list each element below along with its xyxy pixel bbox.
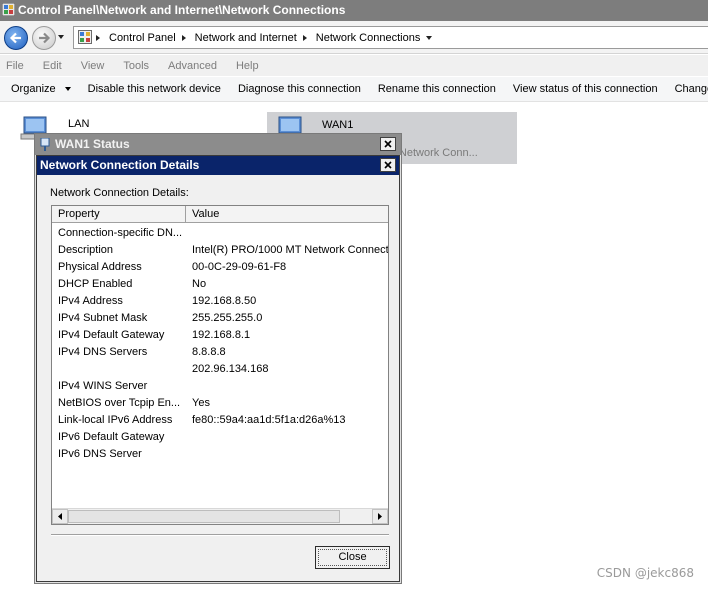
dialog-close-x-button[interactable] [380,158,396,172]
property-cell: Link-local IPv6 Address [58,414,173,426]
details-label: Network Connection Details: [50,187,189,199]
back-button[interactable] [4,26,28,50]
value-cell: fe80::59a4:aa1d:5f1a:d26a%13 [192,414,346,426]
scroll-left-button[interactable] [52,509,68,524]
table-row[interactable]: Physical Address 00-0C-29-09-61-F8 [52,259,388,276]
dialog-titlebar: Network Connection Details [37,156,399,175]
window-titlebar: Control Panel\Network and Internet\Netwo… [0,0,708,21]
details-listview[interactable]: Property Value Connection-specific DN...… [51,205,389,525]
listview-header: Property Value [52,206,388,223]
horizontal-scrollbar[interactable] [52,508,388,524]
listview-rows: Connection-specific DN... Description Inte… [52,225,388,463]
column-header-value[interactable]: Value [186,206,388,222]
scrollbar-thumb[interactable] [68,510,340,523]
table-row[interactable]: NetBIOS over Tcpip En... Yes [52,395,388,412]
arrow-left-icon [58,513,62,520]
status-window-close-button[interactable] [380,137,396,151]
value-cell: 255.255.255.0 [192,312,263,324]
menu-tools[interactable]: Tools [123,60,149,72]
breadcrumb-network-and-internet[interactable]: Network and Internet [195,32,307,44]
value-cell: 192.168.8.50 [192,295,257,307]
breadcrumb-network-connections[interactable]: Network Connections [316,32,433,44]
connection-details-dialog: Network Connection Details Network Conne… [36,155,400,582]
command-bar: Organize Disable this network device Dia… [0,77,708,102]
table-row[interactable]: IPv4 Default Gateway 192.168.8.1 [52,327,388,344]
table-row[interactable]: IPv4 DNS Servers 8.8.8.8 [52,344,388,361]
rename-connection-button[interactable]: Rename this connection [378,83,496,95]
column-header-property[interactable]: Property [52,206,186,222]
status-window-title: WAN1 Status [55,137,130,151]
change-settings-button[interactable]: Change s [675,83,708,95]
table-row[interactable]: Description Intel(R) PRO/1000 MT Network … [52,242,388,259]
property-cell: DHCP Enabled [58,278,133,290]
control-panel-icon [2,3,15,16]
breadcrumb-control-panel[interactable]: Control Panel [109,32,186,44]
value-cell: 192.168.8.1 [192,329,251,341]
property-cell: Connection-specific DN... [58,227,183,239]
chevron-right-icon [181,34,186,41]
table-row[interactable]: Link-local IPv6 Address fe80::59a4:aa1d:5… [52,412,388,429]
close-icon [384,140,392,148]
breadcrumb-root-chevron[interactable] [96,34,100,41]
table-row[interactable]: IPv6 DNS Server [52,446,388,463]
close-button[interactable]: Close [315,546,390,569]
property-cell: IPv6 Default Gateway [58,431,165,443]
organize-button[interactable]: Organize [11,83,71,95]
back-arrow-icon [9,32,21,44]
divider [51,534,389,536]
table-row[interactable]: DHCP Enabled No [52,276,388,293]
value-cell: No [192,278,207,290]
property-cell: IPv4 Default Gateway [58,329,165,341]
table-row[interactable]: IPv6 Default Gateway [52,429,388,446]
menu-edit[interactable]: Edit [43,60,62,72]
value-cell: Intel(R) PRO/1000 MT Network Connect [192,244,388,256]
table-row[interactable]: IPv4 Address 192.168.8.50 [52,293,388,310]
value-cell: 00-0C-29-09-61-F8 [192,261,287,273]
close-icon [384,161,392,169]
table-row[interactable]: IPv4 Subnet Mask 255.255.255.0 [52,310,388,327]
chevron-down-icon [64,87,71,91]
menu-advanced[interactable]: Advanced [168,60,217,72]
property-cell: IPv6 DNS Server [58,448,142,460]
control-panel-icon [78,30,92,44]
watermark: CSDN @jekc868 [596,566,694,580]
recent-pages-dropdown-icon[interactable] [58,35,64,39]
forward-arrow-icon [39,32,51,44]
property-cell: IPv4 WINS Server [58,380,148,392]
wan1-connection-name: WAN1 [322,119,354,131]
dialog-title: Network Connection Details [40,158,200,172]
disable-device-button[interactable]: Disable this network device [88,83,221,95]
network-status-icon [40,138,50,151]
property-cell: NetBIOS over Tcpip En... [58,397,181,409]
forward-button[interactable] [32,26,56,50]
scroll-right-button[interactable] [372,509,388,524]
value-cell: Yes [192,397,210,409]
lan-connection-name: LAN [68,118,90,130]
view-status-button[interactable]: View status of this connection [513,83,658,95]
chevron-right-icon [96,34,100,41]
status-window-titlebar: WAN1 Status [35,134,401,155]
value-cell: 8.8.8.8 [192,346,226,358]
property-cell: Physical Address [58,261,142,273]
diagnose-connection-button[interactable]: Diagnose this connection [238,83,361,95]
menu-help[interactable]: Help [236,60,259,72]
value-cell: 202.96.134.168 [192,363,269,375]
menu-view[interactable]: View [81,60,105,72]
arrow-right-icon [378,513,382,520]
property-cell: IPv4 Subnet Mask [58,312,148,324]
address-box[interactable]: Control Panel Network and Internet Netwo… [73,26,708,49]
window-title: Control Panel\Network and Internet\Netwo… [18,3,346,17]
menu-bar: File Edit View Tools Advanced Help [0,55,708,76]
property-cell: IPv4 DNS Servers [58,346,148,358]
table-row[interactable]: Connection-specific DN... [52,225,388,242]
breadcrumb: Control Panel Network and Internet Netwo… [96,27,441,48]
property-cell: Description [58,244,114,256]
chevron-right-icon [302,34,307,41]
property-cell: IPv4 Address [58,295,123,307]
table-row[interactable]: IPv4 WINS Server [52,378,388,395]
address-bar-area: Control Panel Network and Internet Netwo… [0,21,708,54]
table-row[interactable]: 202.96.134.168 [52,361,388,378]
menu-file[interactable]: File [6,60,24,72]
chevron-down-icon [426,35,433,40]
